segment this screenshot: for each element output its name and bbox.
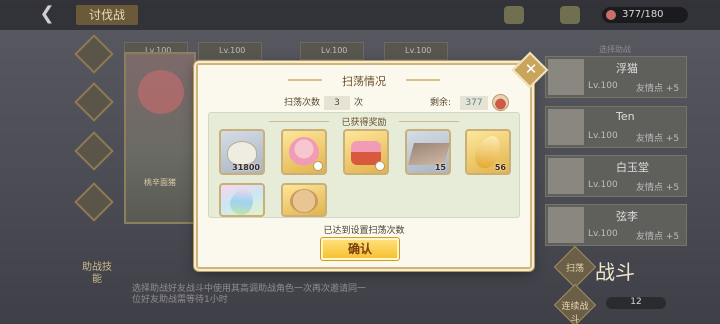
friend-level: Lv.100: [588, 180, 618, 190]
reward-item[interactable]: 31800: [219, 129, 265, 175]
tray-icon: [408, 143, 450, 165]
close-icon[interactable]: ✕: [522, 59, 540, 79]
side-tab-4[interactable]: [74, 182, 114, 222]
reward-item[interactable]: 15: [405, 129, 451, 175]
bowl-icon: [492, 94, 509, 111]
page-title: 讨伐战: [76, 5, 138, 25]
ticket-icon: [504, 6, 524, 24]
back-arrow-icon[interactable]: ❮: [30, 4, 64, 24]
continuous-battle-label: 连续战斗: [561, 302, 589, 324]
character-name: 桃辛面猪: [144, 178, 176, 187]
friend-name: 浮猫: [616, 62, 638, 75]
friend-level: Lv.100: [588, 131, 618, 141]
sweep-count-unit: 次: [354, 98, 364, 108]
support-description: 选择助战好友战斗中使用其高调助战角色一次再次邀请同一位好友助战需等待1小时: [132, 284, 367, 305]
battle-cost: 12: [606, 297, 666, 309]
remaining-label: 剩余:: [430, 98, 452, 108]
remaining-value: 377: [460, 96, 488, 110]
stamina-counter: 377/180: [602, 7, 688, 23]
friend-points: 友情点 +5: [636, 134, 680, 144]
friend-item[interactable]: 弦李 Lv.100 友情点 +5: [545, 204, 687, 246]
character-card[interactable]: 桃辛面猪: [124, 52, 196, 224]
friend-list-header: 选择助战: [599, 45, 631, 54]
friend-avatar: [548, 59, 584, 95]
sweep-label: 扫荡: [565, 264, 584, 274]
dialog-title: 扫荡情况: [342, 75, 386, 88]
friend-avatar: [548, 158, 584, 194]
side-tab-1[interactable]: [74, 34, 114, 74]
friend-avatar: [548, 109, 584, 145]
team-slot-2[interactable]: Lv.100: [198, 42, 262, 60]
badge-icon: [313, 161, 323, 171]
stamina-icon: [606, 10, 616, 20]
sweep-count-value: 3: [324, 96, 350, 110]
cookie-icon: [290, 189, 318, 213]
sweep-count-label: 扫荡次数: [284, 98, 321, 108]
confirm-button[interactable]: 确认: [320, 237, 400, 261]
side-tab-2[interactable]: [74, 82, 114, 122]
reward-item[interactable]: 56: [465, 129, 511, 175]
friend-level: Lv.100: [588, 81, 618, 91]
team-slot-4[interactable]: Lv.100: [384, 42, 448, 60]
friend-level: Lv.100: [588, 229, 618, 239]
gift-icon: [560, 6, 580, 24]
friend-points: 友情点 +5: [636, 183, 680, 193]
friend-item[interactable]: 白玉堂 Lv.100 友情点 +5: [545, 155, 687, 197]
friend-item[interactable]: Ten Lv.100 友情点 +5: [545, 106, 687, 148]
top-bar: ❮ 讨伐战 377/180: [0, 0, 720, 30]
friend-avatar: [548, 207, 584, 243]
reward-quantity: 31800: [232, 163, 260, 172]
friend-points: 友情点 +5: [636, 232, 680, 242]
badge-icon: [375, 161, 385, 171]
sweep-complete-message: 已达到设置扫荡次数: [323, 226, 405, 236]
friend-item[interactable]: 浮猫 Lv.100 友情点 +5: [545, 56, 687, 98]
dumpling-icon: [227, 141, 257, 165]
sweep-result-dialog: 扫荡情况 ✕ 扫荡次数 3 次 剩余: 377 已获得奖励 31800 15 5…: [196, 51, 549, 269]
reward-item[interactable]: [219, 183, 265, 219]
reward-quantity: 56: [494, 163, 506, 172]
reward-item[interactable]: [281, 129, 327, 175]
support-skill-label[interactable]: 助战技能: [80, 262, 114, 288]
rewards-title: 已获得奖励: [341, 118, 387, 128]
reward-quantity: 15: [434, 163, 446, 172]
friend-points: 友情点 +5: [636, 84, 680, 94]
stamina-value: 377/180: [622, 9, 664, 20]
rainbow-leaf-icon: [226, 185, 258, 219]
friend-name: 弦李: [616, 210, 638, 223]
battle-button[interactable]: 战斗: [594, 256, 636, 296]
character-portrait: [138, 70, 184, 114]
team-slot-3[interactable]: Lv.100: [300, 42, 364, 60]
title-decoration-right: [406, 79, 440, 81]
side-tab-3[interactable]: [74, 131, 114, 171]
rewards-title-decoration: [399, 121, 459, 122]
reward-item[interactable]: [343, 129, 389, 175]
friend-name: 白玉堂: [616, 161, 649, 174]
reward-item[interactable]: [281, 183, 327, 217]
friend-name: Ten: [616, 110, 635, 123]
rewards-panel: 已获得奖励 31800 15 56: [208, 112, 520, 219]
